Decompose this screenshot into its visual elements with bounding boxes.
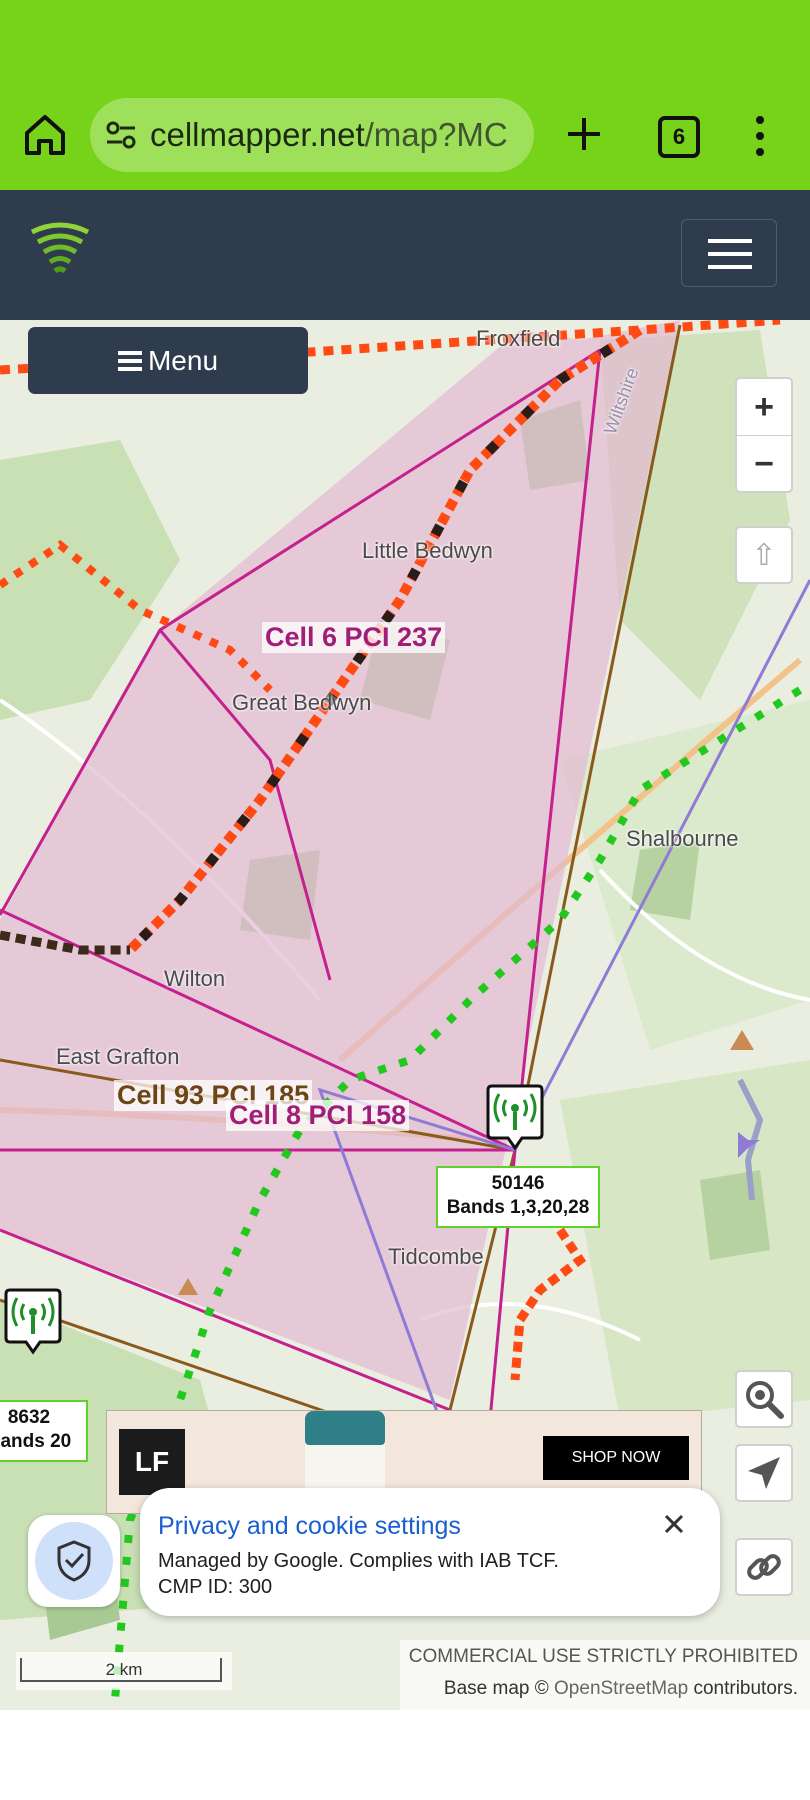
tower-marker-icon[interactable] <box>486 1082 544 1154</box>
privacy-body: Managed by Google. Complies with IAB TCF… <box>158 1548 559 1600</box>
place-tidcombe: Tidcombe <box>388 1244 484 1269</box>
cell-label-6[interactable]: Cell 6 PCI 237 <box>262 622 446 653</box>
zoom-in-button[interactable]: + <box>737 379 791 436</box>
site-settings-icon[interactable] <box>104 118 138 152</box>
status-bar <box>0 0 810 88</box>
place-great-bedwyn: Great Bedwyn <box>232 690 372 715</box>
ad-shop-now-button[interactable]: SHOP NOW <box>543 1436 689 1480</box>
privacy-dialog: Privacy and cookie settings Managed by G… <box>140 1488 720 1616</box>
new-tab-icon[interactable] <box>562 112 606 156</box>
tower-bands: Bands 20 <box>0 1431 72 1452</box>
nav-toggle-bar <box>708 252 752 256</box>
menu-bars-icon <box>117 350 142 371</box>
close-icon[interactable] <box>660 1510 688 1538</box>
magnifier-icon <box>746 1381 784 1419</box>
nav-toggle-button[interactable] <box>681 219 777 287</box>
tower-info-50146[interactable]: 50146 Bands 1,3,20,28 <box>436 1166 600 1228</box>
reset-north-button[interactable]: ⇧ <box>735 526 793 584</box>
nav-toggle-bar <box>708 239 752 243</box>
attribution-prefix: Base map © <box>443 1678 549 1699</box>
zoom-out-button[interactable]: − <box>737 436 791 493</box>
shield-check-icon <box>57 1540 91 1582</box>
zoom-control: + − <box>735 377 793 493</box>
navigation-arrow-icon <box>748 1457 780 1489</box>
menu-button-label: Menu <box>147 344 219 376</box>
attribution-suffix: contributors. <box>693 1678 798 1699</box>
url-bar[interactable]: cellmapper.net/map?MC <box>90 98 534 172</box>
share-link-button[interactable] <box>735 1538 793 1596</box>
place-little-bedwyn: Little Bedwyn <box>362 538 493 563</box>
tower-bands: Bands 1,3,20,28 <box>446 1197 590 1218</box>
privacy-shield-button[interactable] <box>28 1515 120 1607</box>
tower-info-8632[interactable]: 8632 Bands 20 <box>0 1400 88 1462</box>
tower-id: 8632 <box>7 1407 51 1428</box>
scale-label: 2 km <box>105 1660 143 1679</box>
cell-label-8[interactable]: Cell 8 PCI 158 <box>226 1100 410 1131</box>
tower-marker-icon[interactable] <box>4 1286 62 1358</box>
tower-id: 50146 <box>491 1173 545 1194</box>
zoom-divider <box>737 435 791 436</box>
ad-logo: LF <box>119 1429 185 1495</box>
osm-attribution: Base map © OpenStreetMap contributors. <box>444 1678 798 1700</box>
privacy-line-2: CMP ID: 300 <box>158 1576 273 1598</box>
url-text[interactable]: cellmapper.net/map?MC <box>150 116 520 154</box>
menu-button[interactable]: Menu <box>28 327 308 394</box>
link-icon <box>747 1554 781 1580</box>
url-host: cellmapper.net <box>150 116 365 153</box>
privacy-title[interactable]: Privacy and cookie settings <box>158 1512 461 1541</box>
search-location-button[interactable] <box>735 1370 793 1428</box>
privacy-line-1: Managed by Google. Complies with IAB TCF… <box>158 1550 559 1572</box>
url-path: /map?MC <box>364 116 508 153</box>
map-attribution: COMMERCIAL USE STRICTLY PROHIBITED Base … <box>400 1640 810 1710</box>
more-options-icon[interactable] <box>752 114 768 158</box>
nav-toggle-bar <box>708 265 752 269</box>
cellmapper-logo[interactable] <box>28 220 92 282</box>
map-scale: 2 km <box>16 1652 232 1690</box>
home-icon[interactable] <box>22 112 68 158</box>
osm-link[interactable]: OpenStreetMap <box>554 1678 688 1699</box>
place-shalbourne: Shalbourne <box>626 826 739 851</box>
ad-product-lid <box>305 1411 385 1445</box>
place-froxfield: Froxfield <box>476 326 561 351</box>
commercial-warning: COMMERCIAL USE STRICTLY PROHIBITED <box>408 1646 798 1667</box>
place-wilton: Wilton <box>164 966 226 991</box>
tab-switcher-button[interactable]: 6 <box>658 116 700 158</box>
locate-me-button[interactable] <box>735 1444 793 1502</box>
place-east-grafton: East Grafton <box>56 1044 180 1069</box>
